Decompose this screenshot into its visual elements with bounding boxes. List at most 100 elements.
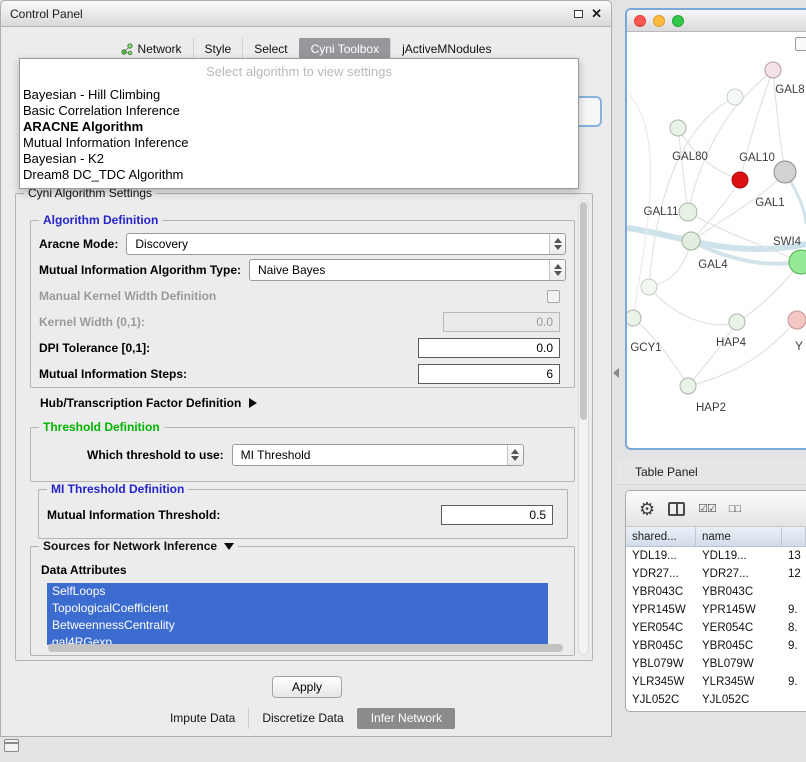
- tab-cyni-toolbox[interactable]: Cyni Toolbox: [299, 38, 390, 59]
- tab-select[interactable]: Select: [242, 38, 298, 59]
- cell-name: YLR345W: [696, 673, 782, 691]
- column-header-partial[interactable]: [782, 527, 806, 546]
- table-row[interactable]: YDR27... YDR27... 12: [626, 565, 806, 583]
- table-row[interactable]: YPR145W YPR145W 9.: [626, 601, 806, 619]
- mi-algorithm-type-combo[interactable]: Naive Bayes: [249, 259, 566, 281]
- mi-algorithm-type-row: Mutual Information Algorithm Type: Naive…: [31, 257, 574, 283]
- dropdown-item-mutual-information[interactable]: Mutual Information Inference: [20, 135, 578, 151]
- table-panel-header[interactable]: Table Panel: [617, 459, 806, 485]
- tab-label-cyni-toolbox: Cyni Toolbox: [311, 42, 379, 56]
- network-node[interactable]: [765, 62, 781, 78]
- network-node[interactable]: [774, 161, 796, 183]
- cell-value: 9.: [782, 673, 806, 691]
- network-node[interactable]: [641, 279, 657, 295]
- cell-shared: YBR045C: [626, 637, 696, 655]
- network-graph-canvas[interactable]: GAL8 GAL80 GAL10 GAL1 GAL11 SWI4 GAL4 GC…: [627, 32, 806, 450]
- column-header-name[interactable]: name: [696, 527, 782, 546]
- apply-button[interactable]: Apply: [272, 676, 342, 698]
- cell-shared: YPR145W: [626, 601, 696, 619]
- column-header-shared[interactable]: shared...: [626, 527, 696, 546]
- scrollbar-thumb[interactable]: [48, 644, 563, 652]
- tab-impute-data[interactable]: Impute Data: [157, 708, 248, 729]
- tab-network[interactable]: Network: [110, 38, 193, 59]
- table-row[interactable]: YLR345W YLR345W 9.: [626, 673, 806, 691]
- bottom-tabbar: Impute Data Discretize Data Infer Networ…: [1, 708, 611, 729]
- mi-steps-field[interactable]: [418, 364, 560, 384]
- mi-threshold-definition-group: MI Threshold Definition Mutual Informati…: [38, 489, 568, 539]
- list-horizontal-scrollbar[interactable]: [47, 644, 564, 652]
- mi-threshold-field[interactable]: [441, 505, 553, 525]
- sources-title-label: Sources for Network Inference: [43, 539, 217, 553]
- table-row[interactable]: YBL079W YBL079W: [626, 655, 806, 673]
- table-row[interactable]: YJL052C YJL052C: [626, 691, 806, 709]
- table-row[interactable]: YBR043C YBR043C: [626, 583, 806, 601]
- minimize-traffic-light[interactable]: [653, 15, 665, 27]
- threshold-definition-title: Threshold Definition: [39, 420, 164, 434]
- aracne-mode-label: Aracne Mode:: [39, 237, 118, 251]
- dpi-tolerance-label: DPI Tolerance [0,1]:: [39, 341, 150, 355]
- network-window-titlebar[interactable]: [627, 10, 806, 32]
- list-item-selfloops[interactable]: SelfLoops: [47, 583, 548, 600]
- desktop-background: Control Panel ✕ Network Style: [0, 0, 806, 762]
- network-node[interactable]: [627, 310, 641, 326]
- gear-icon[interactable]: ⚙: [639, 500, 655, 518]
- dropdown-item-bayesian-hill[interactable]: Bayesian - Hill Climbing: [20, 87, 578, 103]
- table-row[interactable]: YER054C YER054C 8.: [626, 619, 806, 637]
- close-traffic-light[interactable]: [634, 15, 646, 27]
- network-node[interactable]: [680, 378, 696, 394]
- tab-label-style: Style: [205, 42, 232, 56]
- table-body: YDL19... YDL19... 13 YDR27... YDR27... 1…: [626, 547, 806, 709]
- network-node[interactable]: [670, 120, 686, 136]
- cell-name: YJL052C: [696, 691, 782, 709]
- dropdown-item-bayesian-k2[interactable]: Bayesian - K2: [20, 151, 578, 167]
- algorithm-combo-fragment[interactable]: [579, 96, 602, 127]
- window-buttons: ✕: [574, 7, 602, 20]
- select-all-checkboxes-icon[interactable]: ☑☑: [698, 502, 716, 515]
- zoom-traffic-light[interactable]: [672, 15, 684, 27]
- cell-shared: YBL079W: [626, 655, 696, 673]
- splitter-collapse-arrow[interactable]: [613, 368, 619, 378]
- list-item-betweennesscentrality[interactable]: BetweennessCentrality: [47, 617, 548, 634]
- tab-style[interactable]: Style: [193, 38, 243, 59]
- cell-name: YBL079W: [696, 655, 782, 673]
- tab-discretize-data[interactable]: Discretize Data: [248, 708, 356, 729]
- aracne-mode-combo[interactable]: Discovery: [126, 233, 566, 255]
- settings-scrollbar[interactable]: [578, 199, 589, 655]
- tab-jactivemnodules[interactable]: jActiveMNodules: [390, 38, 502, 59]
- sources-toggle[interactable]: Sources for Network Inference: [39, 539, 238, 553]
- network-node[interactable]: [789, 250, 806, 274]
- list-item-topologicalcoefficient[interactable]: TopologicalCoefficient: [47, 600, 548, 617]
- dropdown-item-basic-correlation[interactable]: Basic Correlation Inference: [20, 103, 578, 119]
- float-window-icon[interactable]: [574, 10, 583, 18]
- cell-shared: YBR043C: [626, 583, 696, 601]
- table-row[interactable]: YDL19... YDL19... 13: [626, 547, 806, 565]
- network-node[interactable]: [788, 311, 806, 329]
- which-threshold-combo[interactable]: MI Threshold: [232, 444, 524, 466]
- dpi-tolerance-row: DPI Tolerance [0,1]:: [31, 335, 574, 361]
- hub-tf-definition-toggle[interactable]: Hub/Transcription Factor Definition: [40, 396, 257, 410]
- algorithm-definition-title: Algorithm Definition: [39, 213, 162, 227]
- node-label: GAL4: [698, 259, 728, 271]
- network-node-highlighted[interactable]: [732, 172, 748, 188]
- dropdown-item-dream8[interactable]: Dream8 DC_TDC Algorithm: [20, 167, 578, 183]
- cell-value: 8.: [782, 619, 806, 637]
- cell-name: YBR043C: [696, 583, 782, 601]
- kernel-width-field: [443, 312, 560, 332]
- dropdown-item-aracne[interactable]: ARACNE Algorithm: [20, 119, 578, 135]
- network-node[interactable]: [679, 203, 697, 221]
- collapsed-panel-icon[interactable]: [4, 739, 19, 752]
- deselect-all-checkboxes-icon[interactable]: □□: [729, 503, 740, 515]
- columns-icon[interactable]: [668, 502, 685, 516]
- scrollbar-thumb[interactable]: [580, 202, 587, 420]
- dropdown-placeholder: Select algorithm to view settings: [20, 63, 578, 80]
- network-node[interactable]: [729, 314, 745, 330]
- table-row[interactable]: YBR045C YBR045C 9.: [626, 637, 806, 655]
- close-icon[interactable]: ✕: [591, 7, 602, 20]
- tab-label-network: Network: [138, 42, 182, 56]
- network-node[interactable]: [682, 232, 700, 250]
- network-node[interactable]: [727, 89, 743, 105]
- dpi-tolerance-field[interactable]: [418, 338, 560, 358]
- control-panel-titlebar[interactable]: Control Panel ✕: [1, 1, 611, 27]
- sources-group: Sources for Network Inference Data Attri…: [30, 546, 575, 656]
- tab-infer-network[interactable]: Infer Network: [357, 708, 455, 729]
